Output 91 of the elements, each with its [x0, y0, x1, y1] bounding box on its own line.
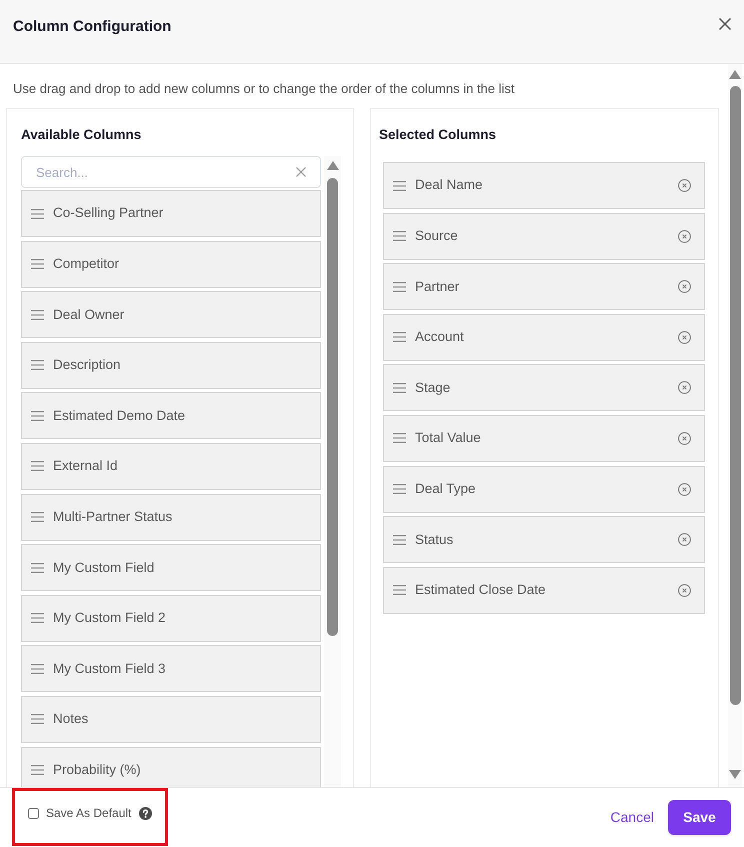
scroll-up-arrow-icon[interactable]: [729, 70, 741, 79]
column-item[interactable]: Account: [383, 314, 705, 361]
remove-icon[interactable]: [678, 179, 691, 192]
column-label: Probability (%): [53, 760, 141, 779]
drag-handle-icon[interactable]: [31, 259, 44, 270]
drag-handle-icon[interactable]: [31, 765, 44, 776]
column-item[interactable]: My Custom Field 2: [21, 594, 321, 642]
remove-icon[interactable]: [678, 381, 691, 394]
clear-icon[interactable]: [296, 167, 306, 177]
column-item[interactable]: Total Value: [383, 414, 705, 462]
drag-handle-icon[interactable]: [31, 310, 44, 320]
column-label: External Id: [53, 457, 118, 476]
column-label: Total Value: [415, 429, 481, 448]
column-item[interactable]: Competitor: [21, 240, 321, 288]
column-item[interactable]: Co-Selling Partner: [21, 190, 321, 237]
remove-icon[interactable]: [678, 432, 691, 445]
column-label: Source: [415, 226, 458, 245]
drag-handle-icon[interactable]: [393, 484, 406, 494]
column-item[interactable]: Status: [383, 516, 705, 564]
drag-handle-icon[interactable]: [393, 382, 406, 393]
drag-handle-icon[interactable]: [31, 664, 44, 674]
column-item[interactable]: My Custom Field 3: [21, 645, 321, 692]
column-label: Status: [415, 530, 454, 549]
panel-heading: Selected Columns: [379, 126, 498, 144]
save-button[interactable]: Save: [668, 800, 731, 834]
remove-icon[interactable]: [678, 584, 691, 597]
drag-handle-icon[interactable]: [31, 360, 44, 370]
column-label: Estimated Close Date: [415, 581, 546, 600]
search-field[interactable]: Search...: [21, 156, 321, 188]
checkbox-label[interactable]: Save As Default: [46, 804, 132, 822]
drag-handle-icon[interactable]: [393, 534, 406, 545]
column-label: My Custom Field 3: [53, 660, 166, 678]
cancel-button[interactable]: Cancel: [610, 806, 654, 828]
remove-icon[interactable]: [678, 533, 691, 546]
drag-handle-icon[interactable]: [31, 613, 44, 624]
drag-handle-icon[interactable]: [393, 231, 406, 242]
scrollbar-thumb[interactable]: [327, 178, 338, 636]
column-label: Stage: [415, 378, 450, 397]
remove-icon[interactable]: [678, 230, 691, 243]
column-item[interactable]: My Custom Field: [21, 544, 321, 592]
remove-icon[interactable]: [678, 280, 691, 294]
remove-icon[interactable]: [678, 330, 691, 344]
column-label: Co-Selling Partner: [53, 204, 164, 222]
scroll-down-arrow-icon[interactable]: [729, 770, 741, 779]
drag-handle-icon[interactable]: [393, 433, 406, 444]
column-label: My Custom Field 2: [53, 609, 166, 628]
checkbox[interactable]: [28, 808, 39, 818]
column-label: Account: [415, 328, 464, 346]
column-label: Deal Owner: [53, 306, 124, 324]
instructions-text: Use drag and drop to add new columns or to change the order of the columns in the list: [13, 80, 516, 98]
scroll-up-arrow-icon[interactable]: [326, 161, 338, 170]
column-label: Deal Type: [415, 480, 476, 498]
column-label: Deal Name: [415, 176, 483, 194]
drag-handle-icon[interactable]: [31, 714, 44, 724]
column-item[interactable]: Deal Type: [383, 466, 705, 513]
column-item[interactable]: Estimated Demo Date: [21, 392, 321, 440]
column-item[interactable]: Notes: [21, 696, 321, 743]
drag-handle-icon[interactable]: [393, 282, 406, 292]
column-item[interactable]: Probability (%): [21, 746, 321, 787]
column-item[interactable]: Source: [383, 212, 705, 260]
column-label: Estimated Demo Date: [53, 406, 186, 425]
column-item[interactable]: External Id: [21, 442, 321, 490]
scrollbar-track[interactable]: [324, 156, 341, 787]
column-label: Description: [53, 356, 121, 374]
drag-handle-icon[interactable]: [31, 461, 44, 472]
drag-handle-icon[interactable]: [31, 410, 44, 421]
column-item[interactable]: Deal Owner: [21, 291, 321, 338]
drag-handle-icon[interactable]: [31, 562, 44, 573]
drag-handle-icon[interactable]: [393, 180, 406, 190]
column-item[interactable]: Multi-Partner Status: [21, 494, 321, 541]
column-label: Competitor: [53, 254, 120, 273]
column-item[interactable]: Estimated Close Date: [383, 566, 705, 614]
column-label: My Custom Field: [53, 558, 154, 577]
drag-handle-icon[interactable]: [31, 512, 44, 522]
dialog-title: Column Configuration: [13, 18, 172, 36]
scrollbar-track[interactable]: [728, 64, 742, 787]
column-label: Notes: [53, 710, 88, 728]
column-item[interactable]: Deal Name: [383, 162, 705, 209]
column-item[interactable]: Partner: [383, 263, 705, 310]
drag-handle-icon[interactable]: [393, 585, 406, 596]
remove-icon[interactable]: [678, 482, 691, 496]
drag-handle-icon[interactable]: [393, 332, 406, 342]
panel-heading: Available Columns: [21, 126, 142, 144]
help-icon[interactable]: [139, 806, 152, 820]
column-item[interactable]: Description: [21, 342, 321, 389]
column-label: Partner: [415, 278, 460, 296]
scrollbar-thumb[interactable]: [730, 86, 740, 705]
column-item[interactable]: Stage: [383, 364, 705, 412]
column-label: Multi-Partner Status: [53, 508, 172, 526]
drag-handle-icon[interactable]: [31, 208, 44, 218]
close-icon: [719, 18, 731, 30]
